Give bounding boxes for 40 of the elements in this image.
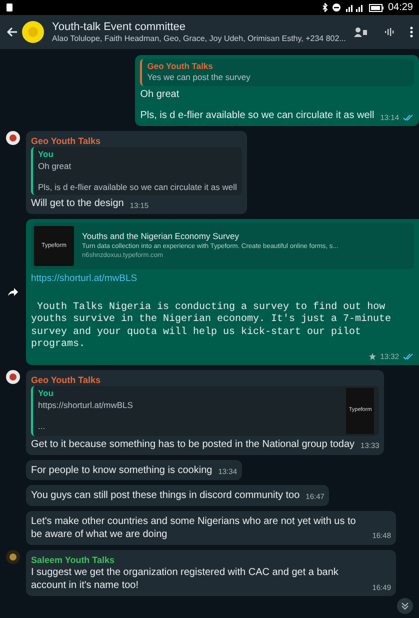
signal-icon <box>344 3 365 12</box>
quote-text: Pls, is d e-flier available so we can circulate it as well <box>38 182 237 194</box>
quote-text: Oh great <box>38 160 72 172</box>
sender-name: Saleem Youth Talks <box>31 554 116 566</box>
sender-name: Geo Youth Talks <box>31 374 102 386</box>
audio-call-icon[interactable] <box>384 27 394 37</box>
sender-avatar <box>6 130 20 145</box>
notification-icon <box>6 3 13 12</box>
message-text: You guys can still post these things in discord community too <box>31 489 300 503</box>
do-not-disturb-icon <box>332 3 341 12</box>
menu-icon[interactable] <box>410 26 413 38</box>
back-arrow-icon[interactable] <box>6 26 18 38</box>
sender-avatar <box>6 550 20 564</box>
forward-icon[interactable] <box>8 288 18 296</box>
group-title: Youth-talk Event committee <box>52 20 186 34</box>
message-text: Youth Talks Nigeria is conducting a survey to find out how youths survive in the Nigerian economy. It's just a 7-minute survey and your quota will help us kick-start our pilot programs. <box>31 302 392 352</box>
quote-author: You <box>38 388 54 400</box>
message-text: Pls, is d e-flier available so we can circulate it as well <box>140 109 374 123</box>
scroll-down-icon[interactable] <box>397 598 413 614</box>
quote-text: Yes we can post the survey <box>147 72 252 84</box>
message-text: Oh great <box>140 88 180 102</box>
sender-name: Geo Youth Talks <box>31 134 102 148</box>
video-call-icon[interactable] <box>354 27 368 37</box>
quote-author: Geo Youth Talks <box>147 61 214 72</box>
message-text: For people to know something is cooking <box>31 464 212 478</box>
battery-icon <box>368 4 384 12</box>
quote-text: ... <box>38 421 46 432</box>
message-text: I suggest we get the organization registered with CAC and get a bank account in it's name too! <box>31 566 340 593</box>
status-time: 04:29 <box>388 1 413 15</box>
message-text: Get to it because something has to be posted in the National group today <box>31 438 355 452</box>
bluetooth-icon <box>322 3 328 12</box>
message-link[interactable]: https://shorturl.at/mwBLS <box>31 272 414 286</box>
quote-text: https://shorturl.at/mwBLS <box>38 400 134 411</box>
group-avatar[interactable] <box>22 21 44 43</box>
quote-author: You <box>38 149 54 161</box>
sender-avatar <box>6 370 20 384</box>
preview-title: Youths and the Nigerian Economy Survey <box>82 231 240 243</box>
message-text: Will get to the design <box>31 197 124 211</box>
group-participants: Alao Tolulope, Faith Headman, Geo, Grace, Joy Udeh, Orimisan Esthy, +234 802... <box>52 34 346 44</box>
message-text: Let's make other countries and some Nigerians who are not yet with us to be aware of what we are doing <box>31 514 357 542</box>
